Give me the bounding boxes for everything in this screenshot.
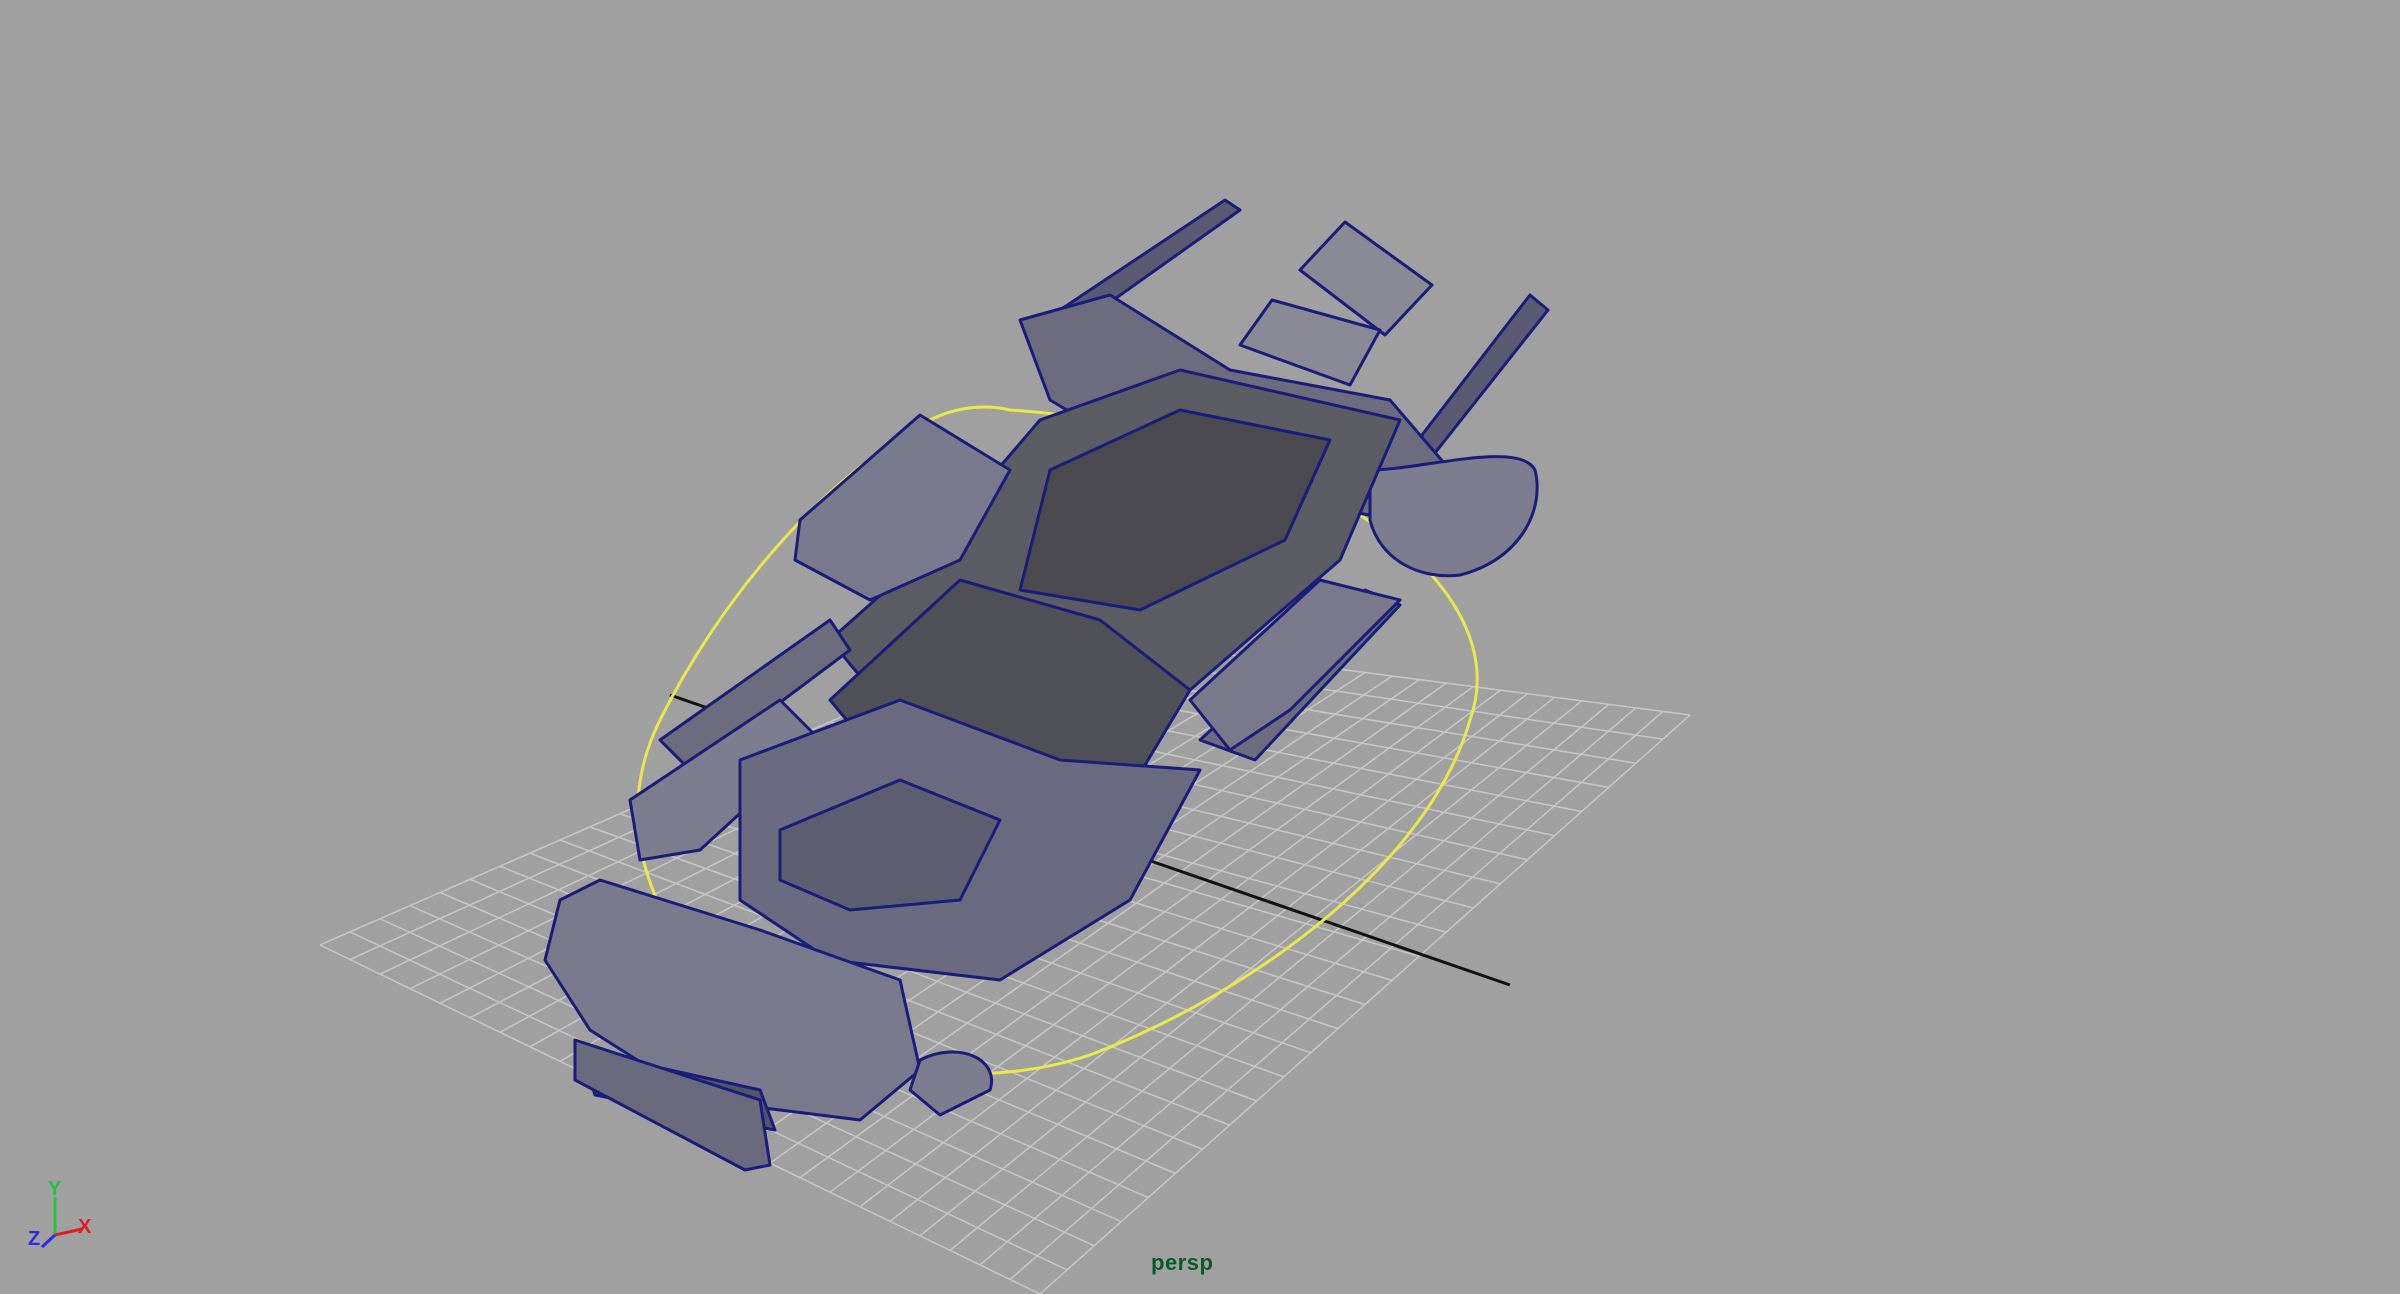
view-axis-indicator: Y X Z — [28, 1178, 92, 1250]
camera-label: persp — [1151, 1250, 1214, 1275]
scene-canvas[interactable] — [0, 0, 2400, 1294]
z-axis-label: Z — [28, 1228, 40, 1250]
perspective-viewport[interactable]: Y X Z persp — [0, 0, 2400, 1294]
z-axis-line — [40, 1233, 57, 1249]
y-axis-label: Y — [48, 1178, 62, 1200]
front-right-corner — [908, 1050, 993, 1117]
car-model[interactable] — [543, 198, 1550, 1172]
x-axis-label: X — [78, 1216, 92, 1238]
right-rear-fender — [1368, 455, 1539, 578]
